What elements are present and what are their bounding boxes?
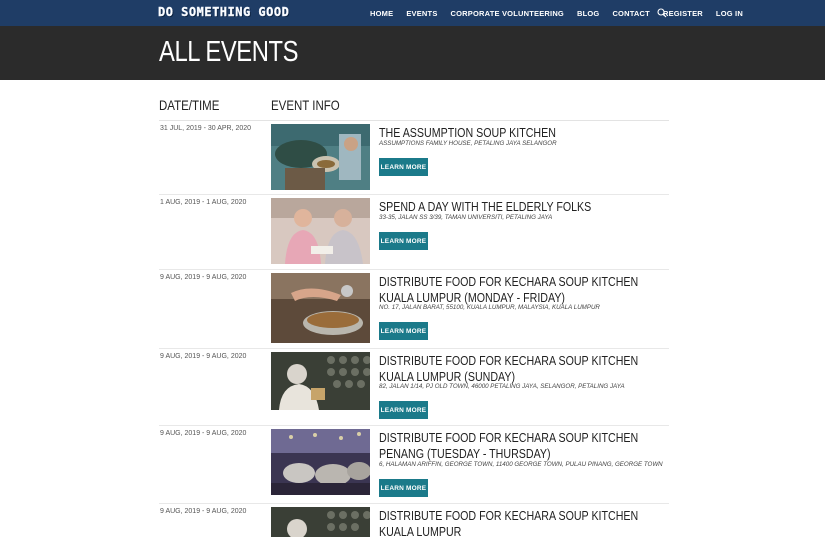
event-title[interactable]: SPEND A DAY WITH THE ELDERLY FOLKS [379, 199, 669, 215]
date-time-header: DATE/TIME [159, 97, 220, 113]
event-title[interactable]: DISTRIBUTE FOOD FOR KECHARA SOUP KITCHEN… [379, 353, 669, 384]
top-navbar: DO SOMETHING GOOD HOME EVENTS CORPORATE … [0, 0, 825, 26]
learn-more-button[interactable]: LEARN MORE [379, 232, 428, 250]
event-thumbnail[interactable] [271, 507, 370, 537]
learn-more-button[interactable]: LEARN MORE [379, 479, 428, 497]
events-table-header: DATE/TIME EVENT INFO [159, 97, 669, 121]
event-thumbnail[interactable] [271, 124, 370, 190]
event-title[interactable]: THE ASSUMPTION SOUP KITCHEN [379, 125, 669, 141]
event-thumbnail[interactable] [271, 198, 370, 264]
event-row: 9 AUG, 2019 - 9 AUG, 2020 DISTRIBUTE FOO… [159, 349, 669, 426]
page-title: ALL EVENTS [159, 36, 299, 68]
event-thumbnail[interactable] [271, 429, 370, 495]
search-icon[interactable] [657, 8, 667, 18]
event-address: 82, JALAN 1/14, PJ OLD TOWN, 46000 PETAL… [379, 383, 625, 390]
event-row: 9 AUG, 2019 - 9 AUG, 2020 DISTRIBUTE FOO… [159, 504, 669, 544]
event-date: 9 AUG, 2019 - 9 AUG, 2020 [160, 353, 247, 360]
learn-more-button[interactable]: LEARN MORE [379, 322, 428, 340]
nav-corporate-volunteering[interactable]: CORPORATE VOLUNTEERING [451, 9, 564, 18]
event-title[interactable]: DISTRIBUTE FOOD FOR KECHARA SOUP KITCHEN… [379, 430, 669, 461]
event-date: 9 AUG, 2019 - 9 AUG, 2020 [160, 274, 247, 281]
event-info-header: EVENT INFO [271, 97, 340, 113]
events-list: 31 JUL, 2019 - 30 APR, 2020 THE ASSUMPTI… [159, 121, 669, 544]
page-hero: ALL EVENTS [0, 26, 825, 80]
nav-contact[interactable]: CONTACT [612, 9, 650, 18]
nav-links: HOME EVENTS CORPORATE VOLUNTEERING BLOG … [370, 0, 756, 26]
nav-events[interactable]: EVENTS [406, 9, 437, 18]
event-row: 1 AUG, 2019 - 1 AUG, 2020 SPEND A DAY WI… [159, 195, 669, 270]
nav-home[interactable]: HOME [370, 9, 393, 18]
event-thumbnail[interactable] [271, 352, 370, 410]
event-address: ASSUMPTIONS FAMILY HOUSE, PETALING JAYA … [379, 140, 557, 147]
event-date: 1 AUG, 2019 - 1 AUG, 2020 [160, 199, 247, 206]
event-title[interactable]: DISTRIBUTE FOOD FOR KECHARA SOUP KITCHEN… [379, 508, 669, 539]
event-row: 31 JUL, 2019 - 30 APR, 2020 THE ASSUMPTI… [159, 121, 669, 195]
nav-login[interactable]: LOG IN [716, 9, 743, 18]
event-date: 9 AUG, 2019 - 9 AUG, 2020 [160, 508, 247, 515]
event-date: 9 AUG, 2019 - 9 AUG, 2020 [160, 430, 247, 437]
nav-register[interactable]: REGISTER [663, 9, 703, 18]
event-thumbnail[interactable] [271, 273, 370, 343]
site-logo[interactable]: DO SOMETHING GOOD [158, 5, 289, 19]
event-date: 31 JUL, 2019 - 30 APR, 2020 [160, 125, 252, 132]
event-row: 9 AUG, 2019 - 9 AUG, 2020 DISTRIBUTE FOO… [159, 270, 669, 349]
learn-more-button[interactable]: LEARN MORE [379, 158, 428, 176]
learn-more-button[interactable]: LEARN MORE [379, 401, 428, 419]
event-title[interactable]: DISTRIBUTE FOOD FOR KECHARA SOUP KITCHEN… [379, 274, 669, 305]
event-address: 6, HALAMAN ARIFFIN, GEORGE TOWN, 11400 G… [379, 461, 663, 468]
nav-blog[interactable]: BLOG [577, 9, 599, 18]
event-address: NO. 17, JALAN BARAT, 55100, KUALA LUMPUR… [379, 304, 600, 311]
event-address: 33-35, JALAN SS 3/39, TAMAN UNIVERSITI, … [379, 214, 553, 221]
event-row: 9 AUG, 2019 - 9 AUG, 2020 DISTRIBUTE FOO… [159, 426, 669, 504]
